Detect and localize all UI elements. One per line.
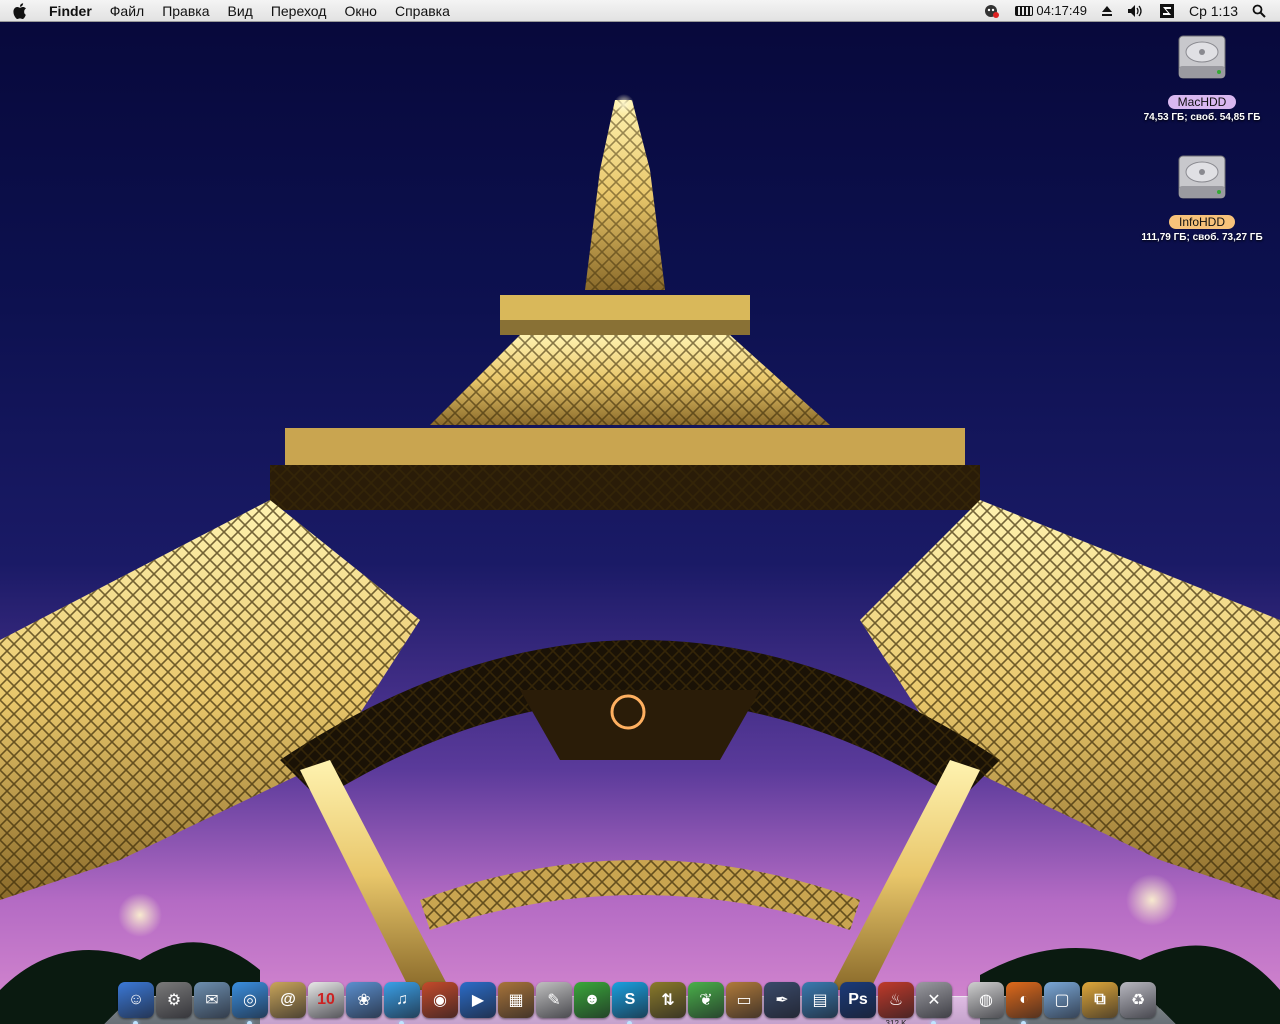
- disk-name-label: MacHDD: [1167, 95, 1237, 109]
- dock-item-glyph: ❦: [699, 992, 713, 1009]
- stuff-folder-icon[interactable]: ⧉: [1082, 982, 1118, 1018]
- dock-item-glyph: ◎: [243, 992, 257, 1009]
- eiffel-tower-image: [0, 94, 1280, 1024]
- dock-item-glyph: ◉: [433, 992, 447, 1009]
- safari-icon[interactable]: ◎: [232, 982, 268, 1024]
- pen-tool-icon[interactable]: ✒: [764, 982, 800, 1018]
- dock-item-glyph: ▭: [736, 992, 752, 1009]
- battery-status[interactable]: 04:17:49: [1008, 0, 1094, 22]
- quicktime-icon[interactable]: ▶: [460, 982, 496, 1018]
- dock-item-glyph: ♻: [1130, 992, 1146, 1009]
- charts-icon[interactable]: ▤: [802, 982, 838, 1018]
- eject-icon[interactable]: [1094, 0, 1120, 22]
- applications-folder-icon[interactable]: ▢: [1044, 982, 1080, 1018]
- desktop-wallpaper: [0, 0, 1280, 1024]
- input-menu-icon[interactable]: [1152, 0, 1182, 22]
- script-icon[interactable]: ✎: [536, 982, 572, 1018]
- dock-item-glyph: ▢: [1054, 992, 1070, 1009]
- menu-bar: Finder Файл Правка Вид Переход Окно Спра…: [0, 0, 1280, 22]
- dock-item-glyph: ♫: [396, 991, 408, 1008]
- photo-booth-icon[interactable]: ◉: [422, 982, 458, 1018]
- dock: ☺ ⚙ ✉ ◎ @10 ❀ ♫ ◉ ▶ ▦ ✎ ☻ S ⇅ ❦ ▭ ✒ ▤ Ps ♨ 312 K ✕ ◍ ◐ ▢ ⧉ ♻: [118, 974, 1156, 1024]
- dock-item-glyph: ✕: [927, 992, 941, 1009]
- dock-item-glyph: 10: [317, 991, 335, 1008]
- menu-edit[interactable]: Правка: [153, 0, 218, 22]
- apple-menu-icon[interactable]: [0, 0, 40, 22]
- menu-go[interactable]: Переход: [262, 0, 336, 22]
- keynote-icon[interactable]: ▭: [726, 982, 762, 1018]
- transmit-icon[interactable]: ⇅: [650, 982, 686, 1018]
- camera-icon[interactable]: ◍: [968, 982, 1004, 1018]
- hard-disk-icon: [1178, 35, 1226, 79]
- ical-icon[interactable]: 10: [308, 982, 344, 1018]
- system-preferences-icon[interactable]: ⚙: [156, 982, 192, 1018]
- dock-item-glyph: ◍: [979, 992, 993, 1009]
- photoshop-icon[interactable]: Ps: [840, 982, 876, 1018]
- dock-item-glyph: ❀: [357, 992, 371, 1009]
- dock-item-glyph: ⚙: [166, 992, 182, 1009]
- address-book-icon[interactable]: @: [270, 982, 306, 1018]
- dock-item-glyph: ▤: [812, 992, 828, 1009]
- dock-item-glyph: S: [624, 991, 636, 1008]
- desktop-disk-infohdd[interactable]: InfoHDD 111,79 ГБ; своб. 73,27 ГБ: [1127, 150, 1277, 245]
- dock-item-glyph: ✎: [547, 992, 561, 1009]
- leaf-icon[interactable]: ❦: [688, 982, 724, 1018]
- mail-icon[interactable]: ✉: [194, 982, 230, 1018]
- iphoto-icon[interactable]: ❀: [346, 982, 382, 1018]
- dock-item-glyph: @: [280, 991, 296, 1008]
- dock-item-glyph: ⇅: [661, 992, 675, 1009]
- itunes-icon[interactable]: ♫: [384, 982, 420, 1024]
- skype-icon[interactable]: S: [612, 982, 648, 1024]
- dock-item-glyph: ♨: [888, 992, 904, 1009]
- menu-app-finder[interactable]: Finder: [40, 0, 101, 22]
- adium-icon[interactable]: ☻: [574, 982, 610, 1018]
- dock-item-badge: 312 K: [885, 1019, 907, 1024]
- hard-disk-icon: [1178, 155, 1226, 199]
- dock-item-glyph: ✉: [205, 992, 219, 1009]
- battery-icon: [1015, 5, 1034, 16]
- preview-icon[interactable]: ▦: [498, 982, 534, 1018]
- menu-help[interactable]: Справка: [386, 0, 459, 22]
- dock-item-glyph: ☻: [583, 991, 601, 1008]
- menu-file[interactable]: Файл: [101, 0, 153, 22]
- disk-info-text: 74,53 ГБ; своб. 54,85 ГБ: [1143, 112, 1261, 123]
- utility-icon[interactable]: ✕: [916, 982, 952, 1024]
- menu-window[interactable]: Окно: [335, 0, 386, 22]
- trash-icon[interactable]: ♻: [1120, 982, 1156, 1018]
- dock-item-glyph: ◐: [1019, 991, 1029, 1008]
- activity-monitor-icon[interactable]: ♨ 312 K: [878, 982, 914, 1024]
- spotlight-search-icon[interactable]: [1245, 0, 1280, 22]
- menu-view[interactable]: Вид: [219, 0, 262, 22]
- menu-clock[interactable]: Ср 1:13: [1182, 0, 1245, 22]
- desktop-disk-machdd[interactable]: MacHDD 74,53 ГБ; своб. 54,85 ГБ: [1127, 30, 1277, 125]
- firefox-icon[interactable]: ◐: [1006, 982, 1042, 1024]
- disk-name-label: InfoHDD: [1168, 215, 1235, 229]
- disk-info-text: 111,79 ГБ; своб. 73,27 ГБ: [1141, 232, 1263, 243]
- dock-item-glyph: ☺: [127, 991, 145, 1008]
- dock-item-glyph: ✒: [775, 992, 789, 1009]
- finder-icon[interactable]: ☺: [118, 982, 154, 1024]
- volume-icon[interactable]: [1120, 0, 1152, 22]
- dock-item-glyph: ▶: [471, 992, 485, 1009]
- dock-item-glyph: ▦: [508, 992, 524, 1009]
- battery-time: 04:17:49: [1036, 3, 1087, 18]
- dock-item-glyph: Ps: [848, 991, 868, 1008]
- dock-item-glyph: ⧉: [1094, 991, 1106, 1008]
- adium-status-icon[interactable]: [976, 0, 1008, 22]
